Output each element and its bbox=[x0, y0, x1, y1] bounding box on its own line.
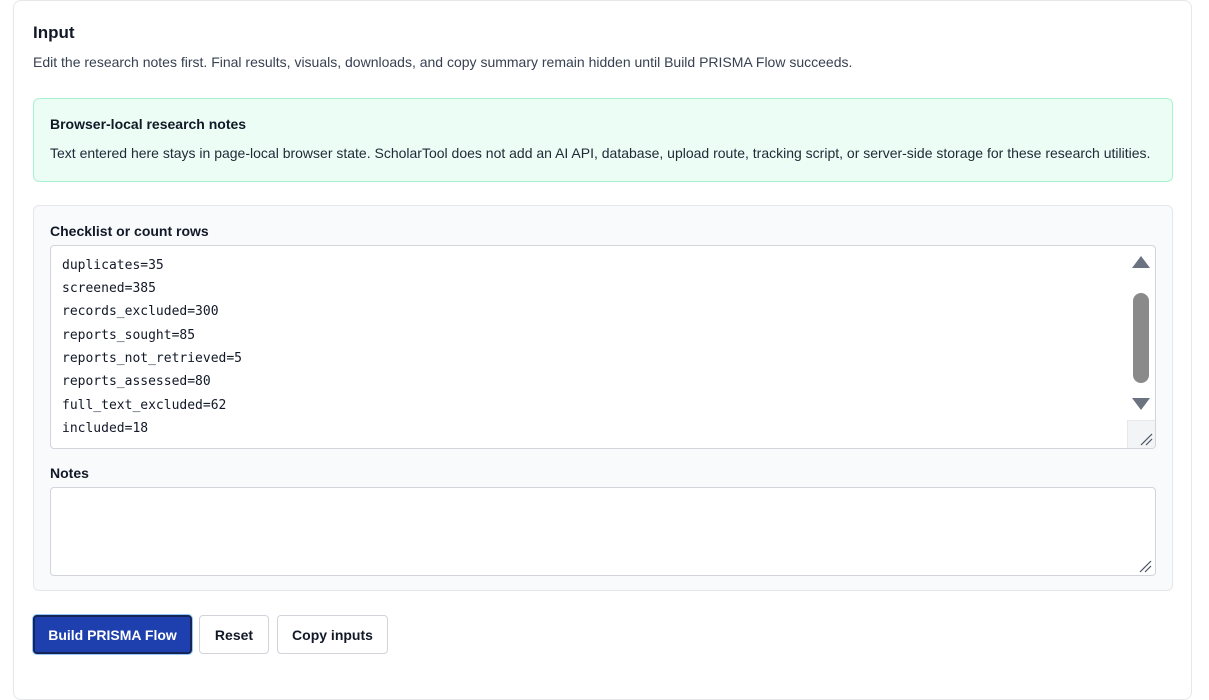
notes-textarea[interactable] bbox=[50, 487, 1156, 576]
checklist-row: reports_assessed=80 bbox=[62, 374, 211, 389]
checklist-row: reports_sought=85 bbox=[62, 328, 196, 343]
checklist-row: records_excluded=300 bbox=[62, 304, 219, 319]
section-title: Input bbox=[33, 23, 75, 42]
notes-resize-grip-icon[interactable] bbox=[1138, 559, 1152, 573]
notes-label: Notes bbox=[50, 465, 89, 481]
build-prisma-flow-button[interactable]: Build PRISMA Flow bbox=[33, 615, 192, 654]
section-description: Edit the research notes first. Final res… bbox=[33, 54, 853, 70]
checklist-row: duplicates=35 bbox=[62, 258, 164, 273]
checklist-row: full_text_excluded=62 bbox=[62, 398, 227, 413]
notice-title: Browser-local research notes bbox=[50, 116, 247, 132]
resize-grip-icon bbox=[1140, 433, 1153, 446]
privacy-notice: Browser-local research notes Text entere… bbox=[33, 98, 1173, 182]
scrollbar-thumb[interactable] bbox=[1133, 293, 1149, 383]
checklist-row: reports_not_retrieved=5 bbox=[62, 351, 243, 366]
checklist-label: Checklist or count rows bbox=[50, 223, 209, 239]
checklist-textarea[interactable]: duplicates=35 screened=385 records_exclu… bbox=[50, 245, 1156, 449]
notice-text: Text entered here stays in page-local br… bbox=[50, 145, 1151, 161]
resize-handle[interactable] bbox=[1127, 420, 1155, 448]
reset-button[interactable]: Reset bbox=[199, 615, 269, 654]
checklist-row: included=18 bbox=[62, 421, 149, 436]
checklist-scrollbar[interactable] bbox=[1127, 246, 1155, 418]
scroll-down-arrow-icon[interactable] bbox=[1132, 398, 1150, 410]
copy-inputs-button[interactable]: Copy inputs bbox=[277, 615, 388, 654]
scroll-up-arrow-icon[interactable] bbox=[1132, 256, 1150, 268]
input-fields-panel: Checklist or count rows duplicates=35 sc… bbox=[33, 205, 1173, 591]
checklist-row: screened=385 bbox=[62, 281, 156, 296]
